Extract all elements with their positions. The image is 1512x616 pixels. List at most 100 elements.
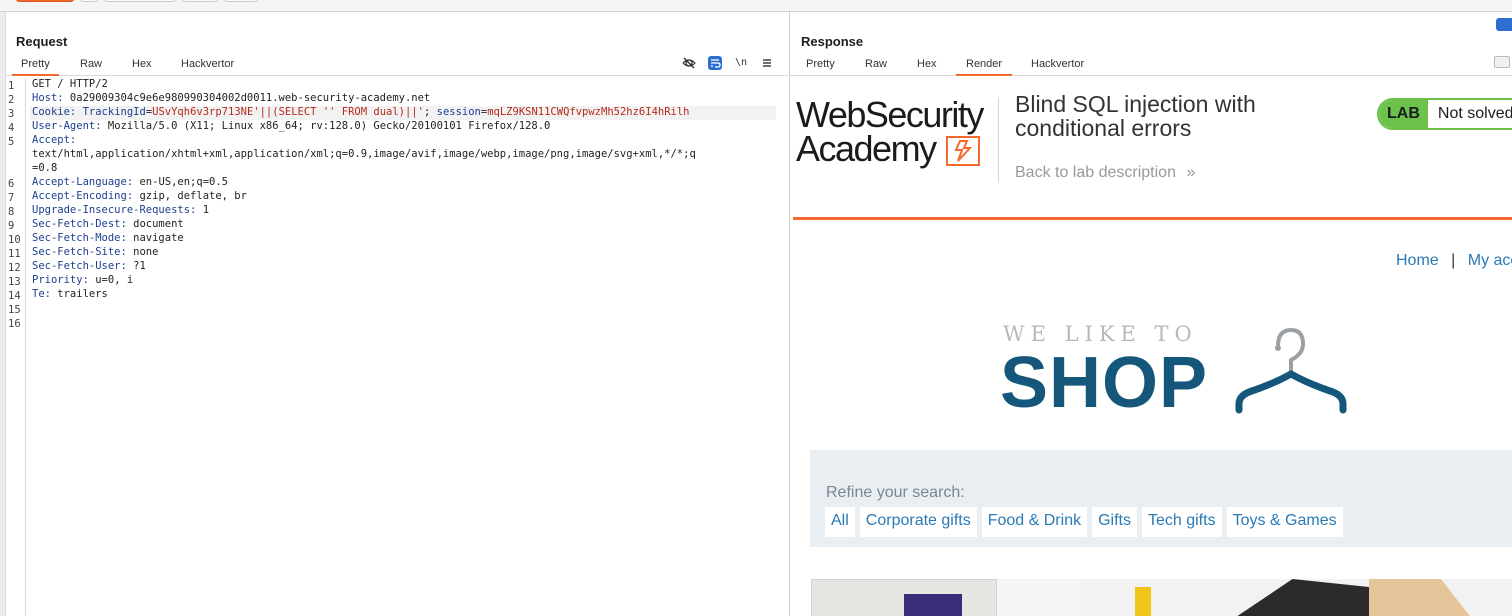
request-line[interactable]: Upgrade-Insecure-Requests: 1 bbox=[32, 204, 209, 216]
request-line[interactable]: Sec-Fetch-User: ?1 bbox=[32, 260, 146, 272]
header-value: document bbox=[126, 218, 184, 230]
filter-food-drink[interactable]: Food & Drink bbox=[981, 507, 1088, 537]
logo-bolt-icon bbox=[946, 136, 980, 166]
header-value: none bbox=[126, 246, 159, 258]
hname: Cookie: bbox=[32, 106, 77, 118]
search-filters-panel: Refine your search: All Corporate gifts Fo… bbox=[810, 450, 1512, 547]
wrap-icon[interactable] bbox=[708, 56, 722, 70]
send-button[interactable] bbox=[16, 0, 74, 2]
header-name: Sec-Fetch-Mode: bbox=[32, 232, 127, 244]
line-number: 8 bbox=[8, 206, 15, 218]
tab-render[interactable]: Render bbox=[956, 58, 1013, 76]
line-number: 9 bbox=[8, 220, 15, 232]
request-line[interactable]: Cookie: TrackingId=USvYqh6v3rp713NE'||(S… bbox=[32, 106, 690, 118]
tab-hackvertor[interactable]: Hackvertor bbox=[1031, 58, 1084, 76]
header-name: User-Agent: bbox=[32, 120, 102, 132]
filter-all[interactable]: All bbox=[825, 507, 855, 537]
header-name: Sec-Fetch-User: bbox=[32, 260, 127, 272]
header-value: u=0, i bbox=[88, 274, 134, 286]
header-name: Sec-Fetch-Site: bbox=[32, 246, 127, 258]
line-numbers: 1 2 3 4 5 6 7 8 9 10 11 12 13 14 15 16 bbox=[6, 78, 26, 616]
cookie-val: mqLZ9KSN11CWQfvpwzMh52hz6I4hRilh bbox=[487, 106, 690, 118]
cancel-button[interactable] bbox=[80, 0, 98, 2]
product-image-detail bbox=[1135, 587, 1151, 616]
request-line[interactable]: User-Agent: Mozilla/5.0 (X11; Linux x86_… bbox=[32, 120, 550, 132]
menu-icon[interactable] bbox=[1494, 56, 1510, 68]
nav-account-link[interactable]: My acc bbox=[1468, 252, 1512, 269]
request-line[interactable]: Host: 0a29009304c9e6e980990304002d0011.w… bbox=[32, 92, 430, 104]
line-number: 4 bbox=[8, 122, 15, 134]
request-line[interactable]: text/html,application/xhtml+xml,applicat… bbox=[32, 148, 696, 160]
code-text: ; bbox=[423, 106, 437, 118]
burp-repeater-window: Request Pretty Raw Hex Hackvertor \n 123… bbox=[0, 0, 1512, 616]
refine-search-label: Refine your search: bbox=[826, 484, 965, 501]
tab-hackvertor[interactable]: Hackvertor bbox=[181, 58, 234, 76]
response-pane: Response Pretty Raw Hex Render Hackverto… bbox=[789, 12, 1512, 616]
header-rule bbox=[793, 217, 1512, 220]
badge-state: Not solved bbox=[1427, 100, 1512, 128]
chevron-right-icon: » bbox=[1186, 164, 1196, 181]
history-back-button[interactable] bbox=[182, 0, 218, 2]
request-line[interactable]: Accept-Encoding: gzip, deflate, br bbox=[32, 190, 247, 202]
header-name: Te: bbox=[32, 288, 51, 300]
request-pane: Request Pretty Raw Hex Hackvertor \n 123… bbox=[6, 12, 788, 616]
cookie-val: USvYqh6v3rp713NE'||(SELECT '' FROM dual)… bbox=[152, 106, 424, 118]
academy-logo: WebSecurity Academy bbox=[796, 97, 996, 178]
filter-corporate-gifts[interactable]: Corporate gifts bbox=[859, 507, 977, 537]
filter-toys-games[interactable]: Toys & Games bbox=[1226, 507, 1343, 537]
request-line[interactable]: Te: trailers bbox=[32, 288, 108, 300]
response-title: Response bbox=[801, 34, 864, 49]
product-image[interactable] bbox=[811, 579, 997, 616]
request-line[interactable]: Priority: u=0, i bbox=[32, 274, 133, 286]
line-number: 1 bbox=[8, 80, 15, 92]
tab-pretty[interactable]: Pretty bbox=[806, 58, 835, 76]
nav-separator: | bbox=[1451, 252, 1456, 269]
line-number: 12 bbox=[8, 262, 21, 274]
tab-raw[interactable]: Raw bbox=[865, 58, 887, 76]
request-line[interactable]: Sec-Fetch-Site: none bbox=[32, 246, 158, 258]
request-tabs: Pretty Raw Hex Hackvertor \n bbox=[6, 54, 788, 76]
request-line[interactable]: GET / HTTP/2 bbox=[32, 78, 108, 90]
menu-icon[interactable] bbox=[760, 56, 774, 70]
request-editor[interactable]: 1 2 3 4 5 6 7 8 9 10 11 12 13 14 15 16 GET / HTTP/2 Host… bbox=[6, 76, 788, 616]
product-image[interactable] bbox=[1081, 579, 1369, 616]
line-number: 2 bbox=[8, 94, 15, 106]
header-value: gzip, deflate, br bbox=[133, 190, 247, 202]
eye-off-icon[interactable] bbox=[682, 56, 696, 70]
rendered-page: WebSecurity Academy Blind SQL injection … bbox=[791, 76, 1512, 616]
line-number: 5 bbox=[8, 136, 15, 148]
product-image[interactable] bbox=[997, 579, 1081, 616]
lab-status-badge: LAB Not solved bbox=[1377, 98, 1512, 130]
header-value: 0a29009304c9e6e980990304002d0011.web-sec… bbox=[63, 92, 431, 104]
request-line[interactable]: =0.8 bbox=[32, 162, 57, 174]
top-toolbar bbox=[0, 0, 1512, 12]
tab-hex[interactable]: Hex bbox=[132, 58, 152, 76]
header-name: Accept-Encoding: bbox=[32, 190, 134, 202]
site-nav: Home | My acc bbox=[1396, 252, 1512, 270]
nav-home-link[interactable]: Home bbox=[1396, 252, 1439, 269]
history-forward-button[interactable] bbox=[224, 0, 258, 2]
tab-pretty[interactable]: Pretty bbox=[12, 58, 59, 76]
filter-tech-gifts[interactable]: Tech gifts bbox=[1141, 507, 1222, 537]
filter-gifts[interactable]: Gifts bbox=[1092, 507, 1137, 537]
layout-toggle-icon[interactable] bbox=[1496, 18, 1512, 31]
tab-hex[interactable]: Hex bbox=[917, 58, 937, 76]
newline-icon[interactable]: \n bbox=[734, 56, 748, 70]
toolbar-button[interactable] bbox=[104, 0, 176, 2]
line-number: 3 bbox=[8, 108, 15, 120]
lab-title: Blind SQL injection with conditional err… bbox=[1015, 91, 1256, 141]
back-to-lab-link[interactable]: Back to lab description » bbox=[1015, 164, 1195, 182]
product-image[interactable] bbox=[1369, 579, 1512, 616]
tab-raw[interactable]: Raw bbox=[80, 58, 102, 76]
request-line[interactable]: Sec-Fetch-Mode: navigate bbox=[32, 232, 184, 244]
request-line[interactable]: Sec-Fetch-Dest: document bbox=[32, 218, 184, 230]
header-name: Accept: bbox=[32, 134, 77, 146]
badge-label: LAB bbox=[1379, 100, 1428, 128]
request-line[interactable]: Accept: bbox=[32, 134, 76, 146]
request-line[interactable]: Accept-Language: en-US,en;q=0.5 bbox=[32, 176, 228, 188]
filter-list: All Corporate gifts Food & Drink Gifts Tech … bbox=[825, 507, 1343, 537]
header-value: ?1 bbox=[126, 260, 146, 272]
header-name: Host: bbox=[32, 92, 64, 104]
line-number: 6 bbox=[8, 178, 15, 190]
logo-divider bbox=[998, 97, 999, 183]
